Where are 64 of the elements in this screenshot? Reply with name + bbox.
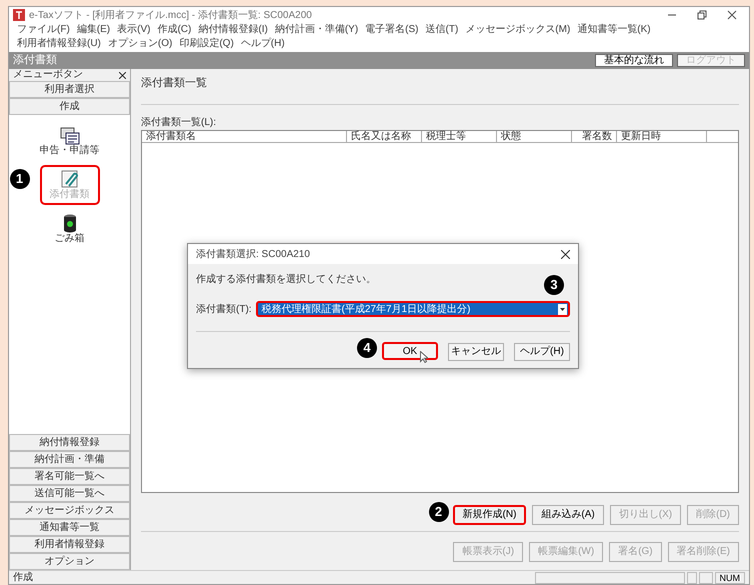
menu-item[interactable]: 送信(T) — [426, 23, 458, 37]
sidebar-button[interactable]: 利用者情報登録 — [9, 536, 130, 553]
column-header[interactable]: 税理士等 — [422, 130, 497, 142]
action-button[interactable]: 新規作成(N) — [452, 504, 526, 524]
menu-item[interactable]: メッセージボックス(M) — [465, 23, 570, 37]
document-type-dropdown[interactable]: 税務代理権限証書(平成27年7月1日以降提出分) — [256, 301, 570, 317]
dialog-button[interactable]: OK — [382, 342, 438, 360]
menu-item[interactable]: 通知書等一覧(K) — [577, 23, 651, 37]
column-header[interactable]: 署名数 — [572, 130, 617, 142]
dialog-button[interactable]: ヘルプ(H) — [514, 342, 570, 360]
column-header[interactable]: 添付書類名 — [142, 130, 347, 142]
menu-item[interactable]: 表示(V) — [117, 23, 150, 37]
status-text: 作成 — [13, 572, 33, 584]
menu-item[interactable]: 作成(C) — [157, 23, 192, 37]
sidebar-title: メニューボタン — [13, 69, 83, 81]
annotation-number: 1 — [10, 169, 30, 189]
window-title: e-Taxソフト - [利用者ファイル.mcc] - 添付書類一覧: SC00A200 — [29, 8, 312, 22]
sidebar-button[interactable]: 送信可能一覧へ — [9, 485, 130, 502]
paperclip-document-icon — [60, 169, 80, 189]
close-icon[interactable] — [727, 10, 737, 20]
sidebar-button[interactable]: メッセージボックス — [9, 502, 130, 519]
sidebar-item[interactable]: ごみ箱 — [44, 209, 94, 249]
menu-item[interactable]: 編集(E) — [76, 23, 110, 37]
sidebar-button[interactable]: 納付計画・準備 — [9, 451, 130, 468]
app-icon — [13, 9, 25, 21]
sidebar-button[interactable]: 通知書等一覧 — [9, 519, 130, 536]
dialog-button[interactable]: キャンセル — [448, 342, 504, 360]
sidebar-button[interactable]: 作成 — [9, 98, 130, 115]
column-header[interactable]: 更新日時 — [617, 130, 707, 142]
annotation-number: 3 — [544, 275, 564, 295]
status-panel — [698, 572, 712, 584]
trash-can-icon — [62, 213, 78, 233]
action-button[interactable]: 組み込み(A) — [532, 504, 604, 524]
close-icon[interactable] — [119, 72, 126, 78]
dialog-title: 添付書類選択: SC00A210 — [196, 248, 310, 262]
menu-item[interactable]: 納付計画・準備(Y) — [274, 23, 358, 37]
menu-item[interactable]: ヘルプ(H) — [240, 37, 285, 51]
section-title: 添付書類 — [13, 53, 57, 68]
close-icon[interactable] — [561, 250, 570, 258]
menu-item[interactable]: オプション(O) — [108, 37, 172, 51]
restore-icon[interactable] — [697, 10, 707, 20]
menu-item[interactable]: 印刷設定(Q) — [179, 37, 234, 51]
sidebar-button[interactable]: 署名可能一覧へ — [9, 468, 130, 485]
column-header[interactable]: 状態 — [497, 130, 572, 142]
annotation-number: 4 — [357, 338, 377, 358]
field-label: 添付書類(T): — [196, 302, 252, 316]
status-panel — [686, 572, 696, 584]
list-label: 添付書類一覧(L): — [141, 116, 217, 130]
sidebar-item[interactable]: 申告・申請等 — [30, 123, 110, 161]
menu-item[interactable]: ファイル(F) — [17, 23, 70, 37]
annotation-number: 2 — [428, 502, 449, 522]
sidebar-button[interactable]: 納付情報登録 — [9, 434, 130, 451]
mouse-cursor-icon — [420, 351, 428, 363]
sidebar-button[interactable]: オプション — [9, 553, 130, 570]
documents-icon — [60, 127, 80, 145]
column-header[interactable]: 氏名又は名称 — [347, 130, 422, 142]
menu-item[interactable]: 電子署名(S) — [365, 23, 418, 37]
num-lock-indicator: NUM — [714, 572, 745, 584]
dialog-message: 作成する添付書類を選択してください。 — [196, 272, 376, 287]
sidebar-button[interactable]: 利用者選択 — [9, 81, 130, 98]
menu-item[interactable]: 利用者情報登録(U) — [17, 37, 101, 51]
page-title: 添付書類一覧 — [141, 76, 208, 91]
menu-item[interactable]: 納付情報登録(I) — [198, 23, 268, 37]
header-button[interactable]: 基本的な流れ — [595, 54, 673, 67]
